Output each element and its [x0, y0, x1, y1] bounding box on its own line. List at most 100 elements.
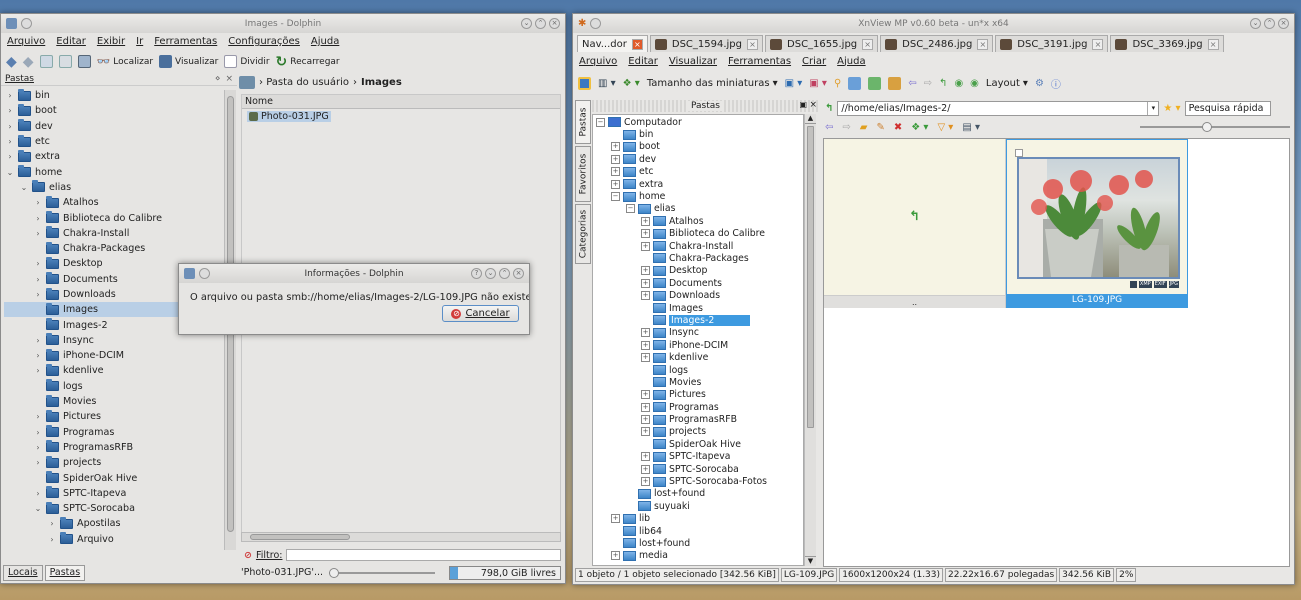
pin-icon[interactable] — [21, 18, 32, 29]
xn-tree-item[interactable]: lost+found — [593, 488, 803, 500]
menu-editar[interactable]: Editar — [56, 36, 86, 47]
slideshow-icon[interactable] — [848, 76, 862, 90]
expand-arrow-icon[interactable]: › — [32, 214, 44, 223]
sort-icon[interactable]: ❖ ▾ — [623, 78, 640, 89]
details-view-icon[interactable] — [58, 55, 72, 68]
tree-item[interactable]: › iPhone-DCIM — [4, 348, 223, 363]
expand-box-icon[interactable]: + — [641, 427, 653, 437]
prev-icon[interactable]: ⇦ — [908, 78, 916, 89]
path-up-icon[interactable]: ↰ — [825, 103, 833, 114]
xn-tree-item[interactable]: + SPTC-Sorocaba — [593, 463, 803, 475]
tab-image[interactable]: DSC_2486.jpg × — [880, 35, 994, 52]
tab-image[interactable]: DSC_1594.jpg × — [649, 35, 764, 52]
filter-clear-icon[interactable]: ⊘ — [244, 550, 252, 561]
tab-image[interactable]: DSC_3191.jpg × — [995, 35, 1109, 52]
display-icon[interactable]: ▤ ▾ — [962, 122, 980, 133]
dolphin-titlebar[interactable]: Images - Dolphin ⌄ ⌃ × — [1, 14, 565, 33]
zoom-slider[interactable] — [329, 567, 436, 578]
maximize-icon[interactable]: ⌃ — [535, 18, 546, 29]
filter-input[interactable] — [286, 549, 561, 561]
expand-box-icon[interactable]: + — [641, 328, 653, 338]
expand-arrow-icon[interactable]: › — [32, 428, 44, 437]
thumb-image[interactable]: XMP EXIF JPG LG-109.JPG — [1006, 139, 1188, 308]
tree-item[interactable]: › Biblioteca do Calibre — [4, 210, 223, 225]
xn-tree-item[interactable]: + extra — [593, 178, 803, 190]
xn-tree-item[interactable]: Movies — [593, 376, 803, 388]
expand-arrow-icon[interactable]: › — [32, 443, 44, 452]
cancel-button[interactable]: ⊘ Cancelar — [442, 305, 519, 322]
expand-box-icon[interactable]: + — [641, 353, 653, 363]
tree-item[interactable]: › boot — [4, 103, 223, 118]
path-input[interactable]: //home/elias/Images-2/ ▾ — [837, 100, 1160, 116]
expand-box-icon[interactable]: + — [641, 216, 653, 226]
xn-tree-item[interactable]: + SPTC-Itapeva — [593, 451, 803, 463]
settings-icon[interactable]: ⚙ — [1035, 78, 1044, 89]
path-dropdown-icon[interactable]: ▾ — [1147, 101, 1158, 115]
tab-close-icon[interactable]: × — [1207, 38, 1219, 50]
xn-tree-item[interactable]: + media — [593, 550, 803, 562]
tab-image[interactable]: DSC_3369.jpg × — [1110, 35, 1224, 52]
xnview-minimize-icon[interactable]: ⌄ — [1250, 18, 1261, 29]
thumb-size-dropdown[interactable]: Tamanho das miniaturas ▾ — [647, 78, 778, 89]
tag-icon[interactable]: ❖ ▾ — [911, 122, 928, 133]
tab-close-icon[interactable]: × — [631, 38, 643, 50]
expand-arrow-icon[interactable]: › — [32, 336, 44, 345]
xn-menu-criar[interactable]: Criar — [802, 56, 826, 67]
icons-view-icon[interactable] — [39, 55, 53, 68]
quick-search-input[interactable]: Pesquisa rápida — [1184, 100, 1271, 116]
expand-box-icon[interactable]: + — [641, 266, 653, 276]
find-button[interactable]: 👓 Localizar — [97, 55, 153, 68]
batch-icon[interactable] — [868, 76, 882, 90]
xn-tree-item[interactable]: Images-2 — [593, 314, 803, 326]
tree-item[interactable]: logs — [4, 379, 223, 394]
expand-box-icon[interactable]: + — [641, 402, 653, 412]
xnview-browser[interactable]: ↰ .. XMP EXIF JPG LG-109.JPG — [823, 138, 1290, 567]
xn-tree-item[interactable]: + etc — [593, 166, 803, 178]
location-icon[interactable] — [239, 75, 255, 89]
expand-box-icon[interactable]: + — [611, 551, 623, 561]
xn-panel-close-icon[interactable]: × — [809, 100, 817, 110]
panel-float-icon[interactable]: ⋄ — [215, 74, 221, 84]
thumb-parent[interactable]: ↰ .. — [824, 139, 1006, 308]
tab-close-icon[interactable]: × — [862, 38, 874, 50]
side-tab-favoritos[interactable]: Favoritos — [575, 146, 591, 202]
menu-ferramentas[interactable]: Ferramentas — [154, 36, 217, 47]
breadcrumb-home[interactable]: › Pasta do usuário — [259, 77, 349, 88]
side-tab-categorias[interactable]: Categorias — [575, 204, 591, 264]
expand-arrow-icon[interactable]: › — [4, 91, 16, 100]
view-mode-icon[interactable]: ▥ ▾ — [598, 78, 616, 89]
expand-arrow-icon[interactable]: › — [32, 489, 44, 498]
back-icon[interactable]: ◆ — [6, 54, 17, 70]
breadcrumb-current[interactable]: Images — [361, 77, 402, 88]
expand-arrow-icon[interactable]: › — [32, 229, 44, 238]
tree-item[interactable]: SpiderOak Hive — [4, 470, 223, 485]
expand-arrow-icon[interactable]: › — [32, 275, 44, 284]
menu-ajuda[interactable]: Ajuda — [311, 36, 339, 47]
dialog-titlebar[interactable]: Informações - Dolphin ? ⌄ ⌃ × — [179, 264, 529, 283]
xn-scroll-thumb[interactable] — [807, 126, 814, 428]
xn-menu-ajuda[interactable]: Ajuda — [837, 56, 865, 67]
expand-box-icon[interactable]: + — [641, 452, 653, 462]
xn-tree-item[interactable]: + Programas — [593, 401, 803, 413]
collapse-arrow-icon[interactable]: ⌄ — [32, 504, 44, 513]
xn-tree-item[interactable]: suyuaki — [593, 500, 803, 512]
xn-tree-item[interactable]: lost+found — [593, 537, 803, 549]
tree-item[interactable]: ⌄ elias — [4, 180, 223, 195]
xn-tree-item[interactable]: + kdenlive — [593, 351, 803, 363]
column-header-name[interactable]: Nome — [242, 95, 560, 109]
expand-arrow-icon[interactable]: › — [32, 366, 44, 375]
tree-item[interactable]: › Pictures — [4, 409, 223, 424]
hierarchy-icon[interactable]: ⚲ — [834, 78, 841, 89]
collapse-arrow-icon[interactable]: ⌄ — [18, 183, 30, 192]
thumb-zoom-slider[interactable] — [1140, 122, 1290, 132]
delete-icon[interactable]: ✖ — [894, 122, 902, 133]
tree-item[interactable]: › Insync — [4, 333, 223, 348]
menu-exibir[interactable]: Exibir — [97, 36, 125, 47]
columns-view-icon[interactable] — [77, 55, 91, 68]
tab-close-icon[interactable]: × — [977, 38, 989, 50]
tree-item[interactable]: › Apostilas — [4, 516, 223, 531]
xn-tree-item[interactable]: − elias — [593, 203, 803, 215]
xnview-titlebar[interactable]: ✱ XnView MP v0.60 beta - un*x x64 ⌄ ⌃ × — [573, 14, 1294, 33]
thumb-zoom-handle[interactable] — [1202, 122, 1212, 132]
new-folder-icon[interactable]: ▰ — [860, 122, 868, 133]
